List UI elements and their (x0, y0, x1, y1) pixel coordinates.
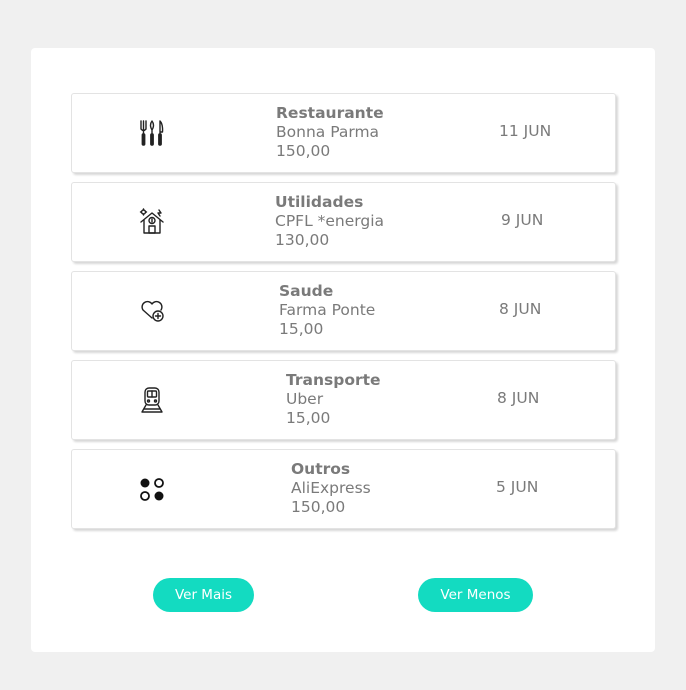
transactions-card: Restaurante Bonna Parma 150,00 11 JUN Ut… (31, 48, 655, 652)
category-label: Transporte (286, 371, 381, 389)
date-label: 9 JUN (501, 211, 544, 229)
category-label: Outros (291, 460, 351, 478)
transaction-info: Saude Farma Ponte 15,00 (279, 282, 375, 339)
ver-menos-button[interactable]: Ver Menos (418, 578, 533, 612)
transactions-list: Restaurante Bonna Parma 150,00 11 JUN Ut… (71, 93, 617, 538)
date-label: 8 JUN (499, 300, 542, 318)
date-label: 11 JUN (499, 122, 552, 140)
ver-mais-button[interactable]: Ver Mais (153, 578, 254, 612)
amount-label: 15,00 (286, 409, 331, 427)
transaction-info: Restaurante Bonna Parma 150,00 (276, 104, 384, 161)
category-label: Saude (279, 282, 334, 300)
cutlery-icon (138, 118, 166, 148)
date-label: 5 JUN (496, 478, 539, 496)
merchant-label: Farma Ponte (279, 301, 376, 319)
dots-icon (138, 474, 166, 504)
heart-health-icon (138, 296, 166, 326)
merchant-label: Bonna Parma (276, 123, 380, 141)
merchant-label: CPFL *energia (275, 212, 385, 230)
amount-label: 15,00 (279, 320, 324, 338)
category-label: Utilidades (275, 193, 364, 211)
house-utilities-icon (138, 207, 166, 237)
date-label: 8 JUN (497, 389, 540, 407)
merchant-label: AliExpress (291, 479, 371, 497)
list-item[interactable]: Outros AliExpress 150,00 5 JUN (71, 449, 616, 529)
merchant-label: Uber (286, 390, 324, 408)
transaction-info: Utilidades CPFL *energia 130,00 (275, 193, 384, 250)
transaction-info: Transporte Uber 15,00 (286, 371, 381, 428)
amount-label: 150,00 (291, 498, 346, 516)
train-icon (138, 385, 166, 415)
list-item[interactable]: Saude Farma Ponte 15,00 8 JUN (71, 271, 616, 351)
transaction-info: Outros AliExpress 150,00 (291, 460, 371, 517)
list-item[interactable]: Restaurante Bonna Parma 150,00 11 JUN (71, 93, 616, 173)
list-item[interactable]: Transporte Uber 15,00 8 JUN (71, 360, 616, 440)
amount-label: 150,00 (276, 142, 331, 160)
category-label: Restaurante (276, 104, 384, 122)
amount-label: 130,00 (275, 231, 330, 249)
list-item[interactable]: Utilidades CPFL *energia 130,00 9 JUN (71, 182, 616, 262)
